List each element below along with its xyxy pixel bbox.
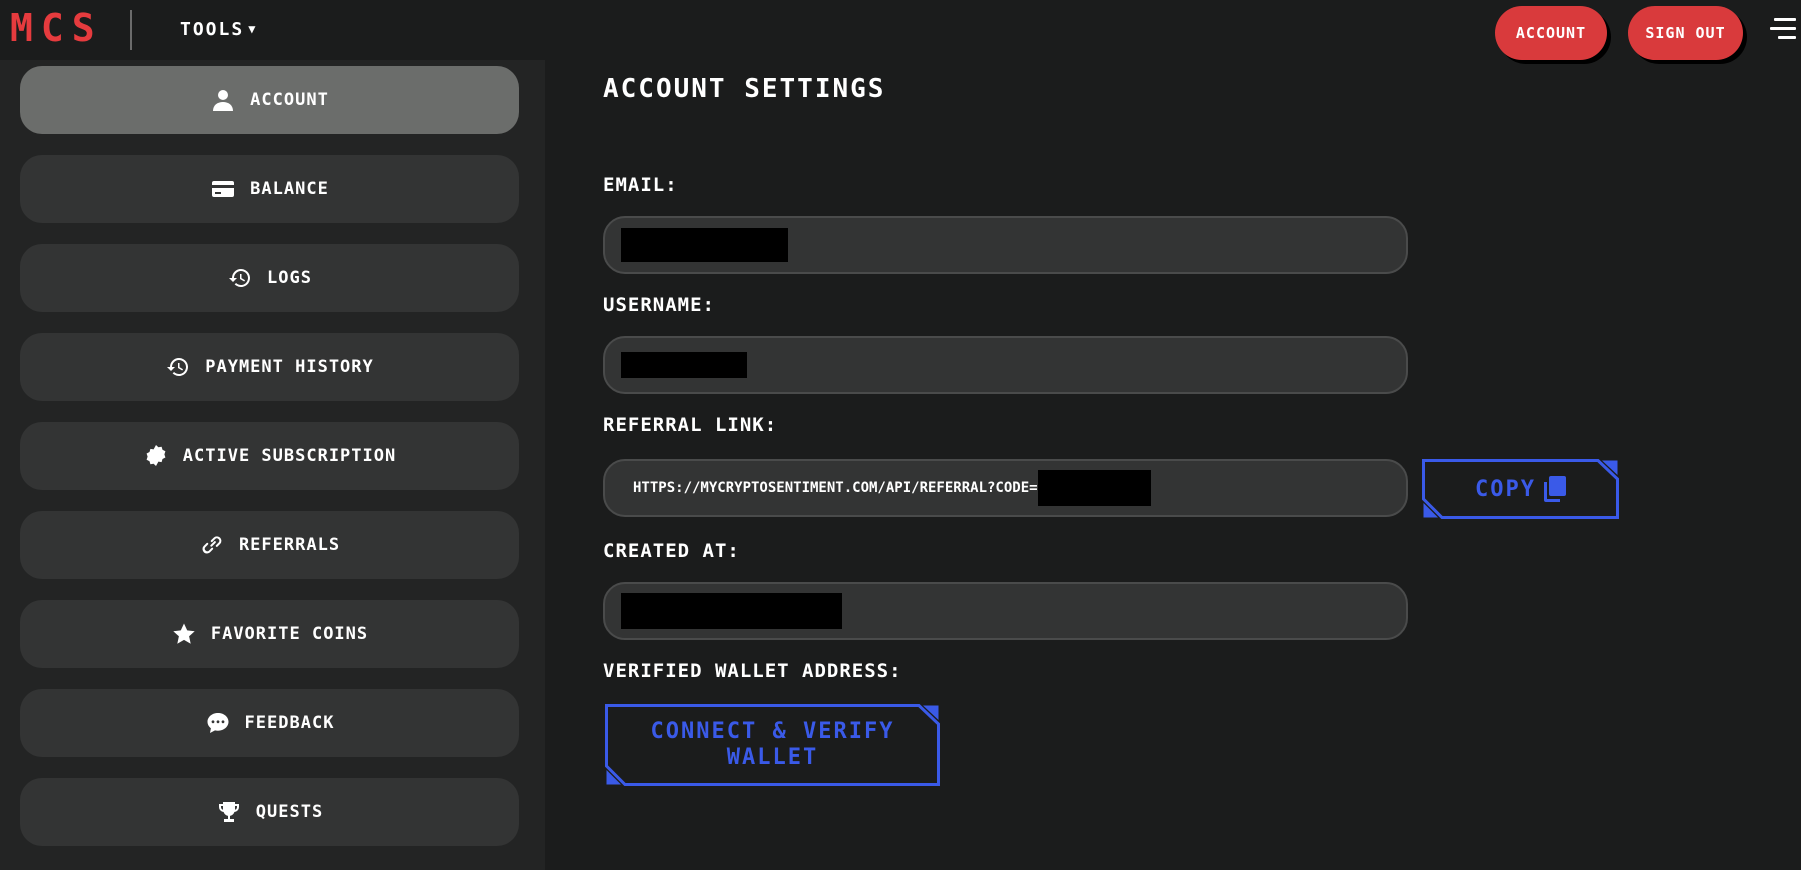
- sidebar-item-label: LOGS: [267, 268, 312, 288]
- redacted-value: [1037, 470, 1151, 506]
- sidebar-item-referrals[interactable]: REFERRALS: [20, 511, 519, 579]
- created-at-label: CREATED AT:: [603, 540, 740, 562]
- username-field[interactable]: [603, 336, 1408, 394]
- tools-menu[interactable]: TOOLS ▼: [180, 16, 257, 43]
- sidebar-item-label: FEEDBACK: [244, 713, 335, 733]
- sidebar-item-favorite-coins[interactable]: FAVORITE COINS: [20, 600, 519, 668]
- sidebar-item-label: ACTIVE SUBSCRIPTION: [182, 446, 397, 466]
- user-icon: [210, 87, 236, 113]
- account-button[interactable]: ACCOUNT: [1495, 6, 1607, 60]
- star-icon: [171, 621, 197, 647]
- referral-link-field[interactable]: HTTPS://MYCRYPTOSENTIMENT.COM/API/REFERR…: [603, 459, 1408, 517]
- sidebar-item-label: QUESTS: [255, 802, 324, 822]
- hamburger-icon[interactable]: [1770, 18, 1796, 40]
- sidebar-item-feedback[interactable]: FEEDBACK: [20, 689, 519, 757]
- sidebar-item-label: PAYMENT HISTORY: [205, 357, 374, 377]
- history-icon: [227, 265, 253, 291]
- sidebar-item-payment-history[interactable]: PAYMENT HISTORY: [20, 333, 519, 401]
- referral-link-label: REFERRAL LINK:: [603, 414, 778, 436]
- sidebar-item-label: REFERRALS: [238, 535, 341, 555]
- redacted-value: [621, 228, 788, 262]
- copy-icon: [1543, 476, 1566, 502]
- wallet-button-label: CONNECT & VERIFY WALLET: [650, 719, 895, 770]
- sidebar-item-active-subscription[interactable]: ACTIVE SUBSCRIPTION: [20, 422, 519, 490]
- link-icon: [199, 532, 225, 558]
- sidebar-item-label: FAVORITE COINS: [210, 624, 369, 644]
- copy-button-label: COPY: [1475, 476, 1536, 502]
- copy-button[interactable]: COPY: [1422, 459, 1619, 519]
- trophy-icon: [216, 799, 242, 825]
- sidebar-item-label: ACCOUNT: [250, 90, 329, 110]
- tools-menu-label: TOOLS: [180, 19, 245, 40]
- caret-down-icon: ▼: [248, 22, 258, 36]
- chat-icon: [205, 710, 231, 736]
- email-label: EMAIL:: [603, 174, 678, 196]
- page-title: ACCOUNT SETTINGS: [603, 74, 886, 104]
- top-bar: MCS TOOLS ▼ ACCOUNT SIGN OUT: [0, 0, 1801, 60]
- brand-logo[interactable]: MCS: [10, 6, 103, 50]
- badge-icon: [143, 443, 169, 469]
- wallet-address-label: VERIFIED WALLET ADDRESS:: [603, 660, 902, 682]
- sidebar-item-label: BALANCE: [250, 179, 329, 199]
- redacted-value: [621, 352, 747, 378]
- username-label: USERNAME:: [603, 294, 715, 316]
- sign-out-button[interactable]: SIGN OUT: [1628, 6, 1743, 60]
- referral-link-value: HTTPS://MYCRYPTOSENTIMENT.COM/API/REFERR…: [633, 480, 1038, 496]
- logo-divider: [130, 10, 132, 50]
- copy-button-label-wrap: COPY: [1422, 459, 1619, 519]
- sidebar-item-quests[interactable]: QUESTS: [20, 778, 519, 846]
- history-icon: [165, 354, 191, 380]
- created-at-field[interactable]: [603, 582, 1408, 640]
- email-field[interactable]: [603, 216, 1408, 274]
- sidebar-item-account[interactable]: ACCOUNT: [20, 66, 519, 134]
- sidebar: ACCOUNT BALANCE LOGS PAYMENT HISTORY ACT…: [0, 60, 545, 870]
- credit-card-icon: [210, 176, 236, 202]
- redacted-value: [621, 593, 842, 629]
- sidebar-item-balance[interactable]: BALANCE: [20, 155, 519, 223]
- sidebar-item-logs[interactable]: LOGS: [20, 244, 519, 312]
- connect-verify-wallet-button[interactable]: CONNECT & VERIFY WALLET: [605, 704, 940, 786]
